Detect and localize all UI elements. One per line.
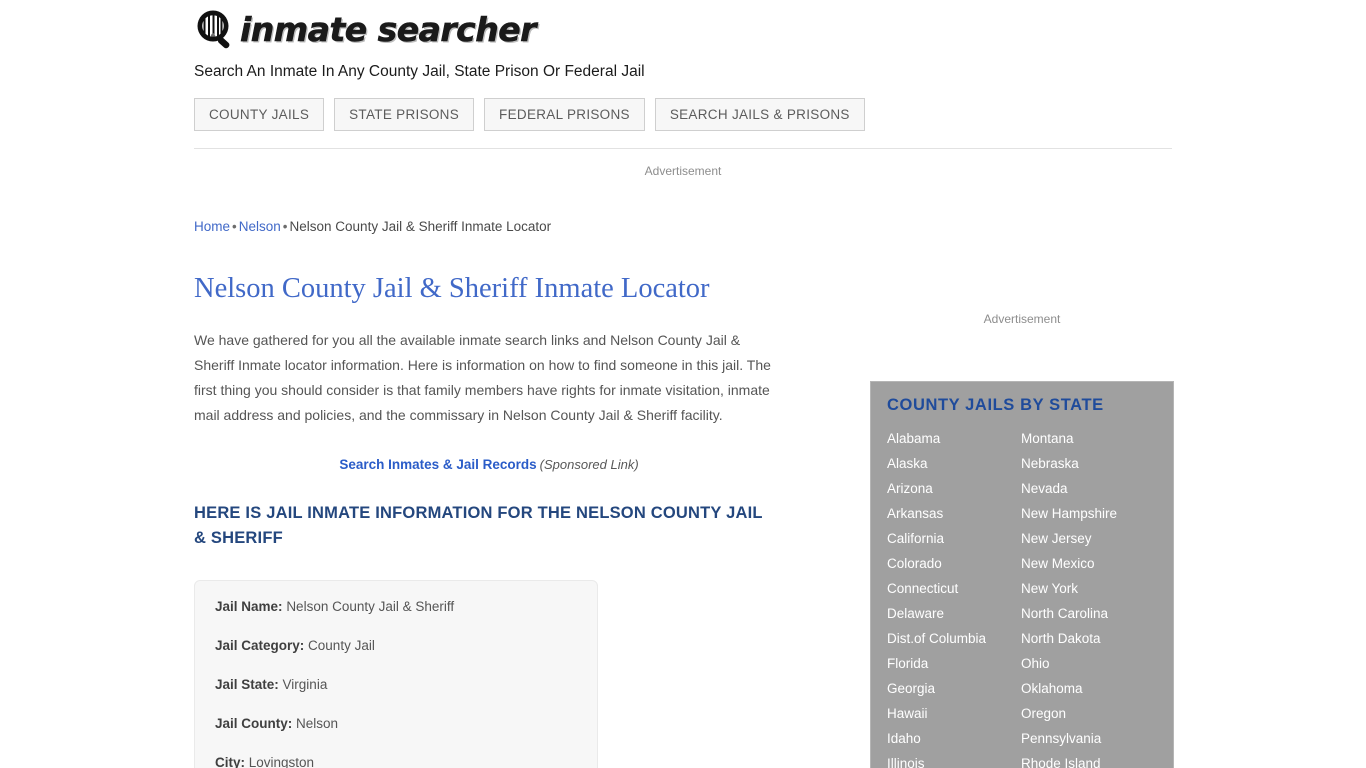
breadcrumb-county-link[interactable]: Nelson [239,219,281,234]
site-header: inmate searcher Search An Inmate In Any … [194,10,1174,82]
primary-nav: COUNTY JAILS STATE PRISONS FEDERAL PRISO… [194,98,865,131]
state-link[interactable]: Oklahoma [1021,676,1157,701]
sponsored-link-row: Search Inmates & Jail Records (Sponsored … [194,456,784,474]
sidebar: Advertisement COUNTY JAILS BY STATE Alab… [870,312,1174,768]
site-logo[interactable]: inmate searcher [194,10,1174,58]
magnifier-jail-icon [194,8,238,52]
jail-info-box: Jail Name: Nelson County Jail & Sheriff … [194,580,598,768]
info-value: Lovingston [248,755,315,768]
info-label: Jail State: [215,677,279,692]
state-link[interactable]: Nevada [1021,476,1157,501]
state-link[interactable]: Connecticut [887,576,1021,601]
sponsored-search-link[interactable]: Search Inmates & Jail Records [339,457,536,472]
county-jails-by-state-box: COUNTY JAILS BY STATE Alabama Montana Alas… [870,381,1174,768]
nav-item-state-prisons[interactable]: STATE PRISONS [334,98,475,131]
page-title: Nelson County Jail & Sheriff Inmate Loca… [194,273,710,304]
state-link[interactable]: Florida [887,651,1021,676]
top-advertisement-label: Advertisement [644,164,722,178]
state-link[interactable]: Georgia [887,676,1021,701]
sponsored-note: (Sponsored Link) [539,457,639,472]
state-link[interactable]: Colorado [887,551,1021,576]
info-label: Jail Name: [215,599,283,614]
info-row-city: City: Lovingston [215,753,577,768]
info-label: City: [215,755,245,768]
states-grid: Alabama Montana Alaska Nebraska Arizona Nevad… [887,426,1157,768]
state-link[interactable]: Idaho [887,726,1021,751]
breadcrumb-current: Nelson County Jail & Sheriff Inmate Loca… [289,219,552,234]
state-link[interactable]: North Carolina [1021,601,1157,626]
state-link[interactable]: Delaware [887,601,1021,626]
state-link[interactable]: Pennsylvania [1021,726,1157,751]
state-link[interactable]: New York [1021,576,1157,601]
info-value: Nelson [296,716,339,731]
info-label: Jail County: [215,716,293,731]
state-link[interactable]: Illinois [887,751,1021,768]
nav-item-federal-prisons[interactable]: FEDERAL PRISONS [484,98,645,131]
state-link[interactable]: Dist.of Columbia [887,626,1021,651]
state-link[interactable]: Alaska [887,451,1021,476]
info-row-jail-county: Jail County: Nelson [215,714,577,734]
state-link[interactable]: Nebraska [1021,451,1157,476]
breadcrumb-separator-2: • [282,219,288,234]
state-link[interactable]: New Mexico [1021,551,1157,576]
info-row-jail-state: Jail State: Virginia [215,675,577,695]
state-link[interactable]: Ohio [1021,651,1157,676]
state-link[interactable]: Arizona [887,476,1021,501]
page-root: inmate searcher Search An Inmate In Any … [0,0,1366,768]
state-link[interactable]: New Hampshire [1021,501,1157,526]
breadcrumb-separator-1: • [232,219,237,234]
sidebar-advertisement-label: Advertisement [983,312,1061,326]
state-link[interactable]: Montana [1021,426,1157,451]
nav-item-search-jails-prisons[interactable]: SEARCH JAILS & PRISONS [654,98,865,131]
state-link[interactable]: Alabama [887,426,1021,451]
state-link[interactable]: North Dakota [1021,626,1157,651]
site-tagline: Search An Inmate In Any County Jail, Sta… [194,63,645,80]
state-link[interactable]: Arkansas [887,501,1021,526]
intro-paragraph: We have gathered for you all the availab… [194,332,771,423]
info-label: Jail Category: [215,638,305,653]
info-value: Virginia [282,677,328,692]
state-link[interactable]: California [887,526,1021,551]
info-row-jail-name: Jail Name: Nelson County Jail & Sheriff [215,597,577,617]
logo-wordmark: inmate searcher [240,10,537,50]
main-content: Home • Nelson • Nelson County Jail & Sheriff… [194,218,784,768]
info-value: Nelson County Jail & Sheriff [286,599,455,614]
states-box-title: COUNTY JAILS BY STATE [887,396,1104,414]
section-heading: HERE IS JAIL INMATE INFORMATION FOR THE … [194,504,763,547]
state-link[interactable]: Hawaii [887,701,1021,726]
breadcrumb: Home • Nelson • Nelson County Jail & Sheriff… [194,218,784,236]
state-link[interactable]: Oregon [1021,701,1157,726]
info-row-jail-category: Jail Category: County Jail [215,636,577,656]
nav-item-county-jails[interactable]: COUNTY JAILS [194,98,325,131]
breadcrumb-home-link[interactable]: Home [194,219,230,234]
state-link[interactable]: New Jersey [1021,526,1157,551]
header-divider [194,148,1172,149]
state-link[interactable]: Rhode Island [1021,751,1157,768]
info-value: County Jail [308,638,375,653]
